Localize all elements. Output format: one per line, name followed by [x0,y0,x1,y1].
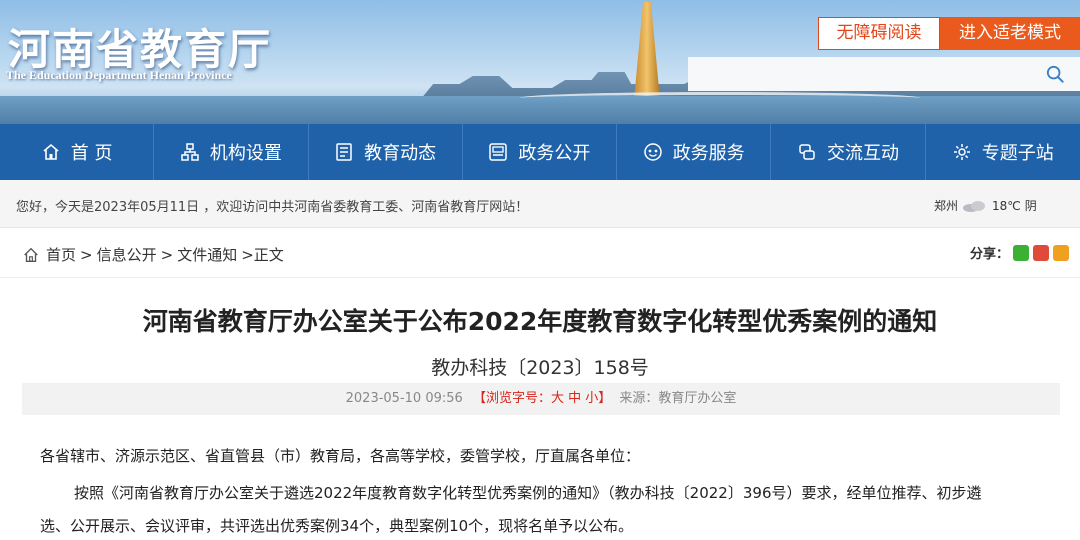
article-paragraph: 按照《河南省教育厅办公室关于遴选2022年度教育数字化转型优秀案例的通知》（教办… [74,484,982,502]
breadcrumb-separator: > [160,245,174,264]
search-icon[interactable] [1046,65,1064,83]
doc-icon [488,142,508,162]
tower-image [634,2,660,100]
weather-city: 郑州 [934,199,959,213]
home-icon [24,247,38,262]
article-paragraph: 选、公开展示、会议评审，共评选出优秀案例34个，典型案例10个，现将名单予以公布… [40,517,634,535]
share-bar: 分享： [970,243,1070,262]
elderly-mode-button[interactable]: 进入适老模式 [940,17,1080,50]
nav-label: 专题子站 [981,143,1054,164]
cloud-icon [963,200,986,212]
welcome-bar: 您好，今天是2023年05月11日 ，欢迎访问中共河南省委教育工委、河南省教育厅… [0,180,1080,228]
breadcrumb: 首页 > 信息公开 > 文件通知 > 正文 [22,244,284,265]
breadcrumb-current: 正文 [253,246,284,264]
weather-temp: 18℃ [992,198,1021,213]
weibo-icon[interactable] [1033,244,1050,261]
news-icon [334,142,354,162]
breadcrumb-separator: > [80,245,93,264]
weather-widget: 郑州 18℃ 阴 [934,197,1037,214]
document-number: 教办科技〔2023〕158号 [431,357,649,379]
nav-label: 政务公开 [518,143,591,164]
nav-item-topics[interactable]: 专题子站 [926,124,1080,180]
home-icon [41,142,61,162]
nav-item-news[interactable]: 教育动态 [309,124,463,180]
nav-label: 教育动态 [364,143,437,164]
share-label: 分享： [970,247,1010,262]
breadcrumb-bar: 首页 > 信息公开 > 文件通知 > 正文 分享： [0,228,1080,278]
nav-label: 机构设置 [209,143,282,164]
weather-condition: 阴 [1024,199,1037,213]
nav-label: 政务服务 [672,143,745,164]
service-icon [643,142,663,162]
publish-date: 2023-05-10 09:56 [345,391,463,406]
nav-item-organization[interactable]: 机构设置 [154,124,309,180]
article-source: 来源：教育厅办公室 [619,391,737,406]
nav-item-disclosure[interactable]: 政务公开 [463,124,618,180]
article-meta: 2023-05-10 09:56 【浏览字号：大 中 小】 来源：教育厅办公室 [22,383,1060,415]
main-nav: 首 页 机构设置 教育动态 政务公开 政务服务 交流互动 专题子站 [0,124,1080,180]
search-input[interactable] [688,57,1080,91]
nav-item-interaction[interactable]: 交流互动 [771,124,926,180]
nav-item-services[interactable]: 政务服务 [617,124,772,180]
accessibility-button[interactable]: 无障碍阅读 [818,17,940,50]
breadcrumb-home[interactable]: 首页 [46,244,76,265]
nav-label: 首 页 [70,143,113,164]
breadcrumb-disclosure[interactable]: 信息公开 [97,244,157,265]
article-title: 河南省教育厅办公室关于公布2022年度教育数字化转型优秀案例的通知 [142,307,938,336]
chat-icon [797,142,817,162]
bridge-image [520,92,920,104]
nav-label: 交流互动 [826,143,899,164]
org-icon [180,142,200,162]
site-subtitle: The Education Department Henan Province [6,68,232,82]
qq-icon[interactable] [1053,244,1070,261]
nav-item-home[interactable]: 首 页 [0,124,155,180]
breadcrumb-separator: > [241,245,254,264]
article-paragraph: 各省辖市、济源示范区、省直管县（市）教育局，各高等学校，委管学校，厅直属各单位： [40,447,641,465]
welcome-text: 您好，今天是2023年05月11日 ，欢迎访问中共河南省委教育工委、河南省教育厅… [16,200,529,215]
header-banner: 河南省教育厅 The Education Department Henan Pr… [0,0,1080,124]
topic-icon [952,142,972,162]
font-size-control[interactable]: 【浏览字号：大 中 小】 [473,391,611,406]
breadcrumb-notices[interactable]: 文件通知 [177,244,237,265]
wechat-icon[interactable] [1013,244,1030,261]
